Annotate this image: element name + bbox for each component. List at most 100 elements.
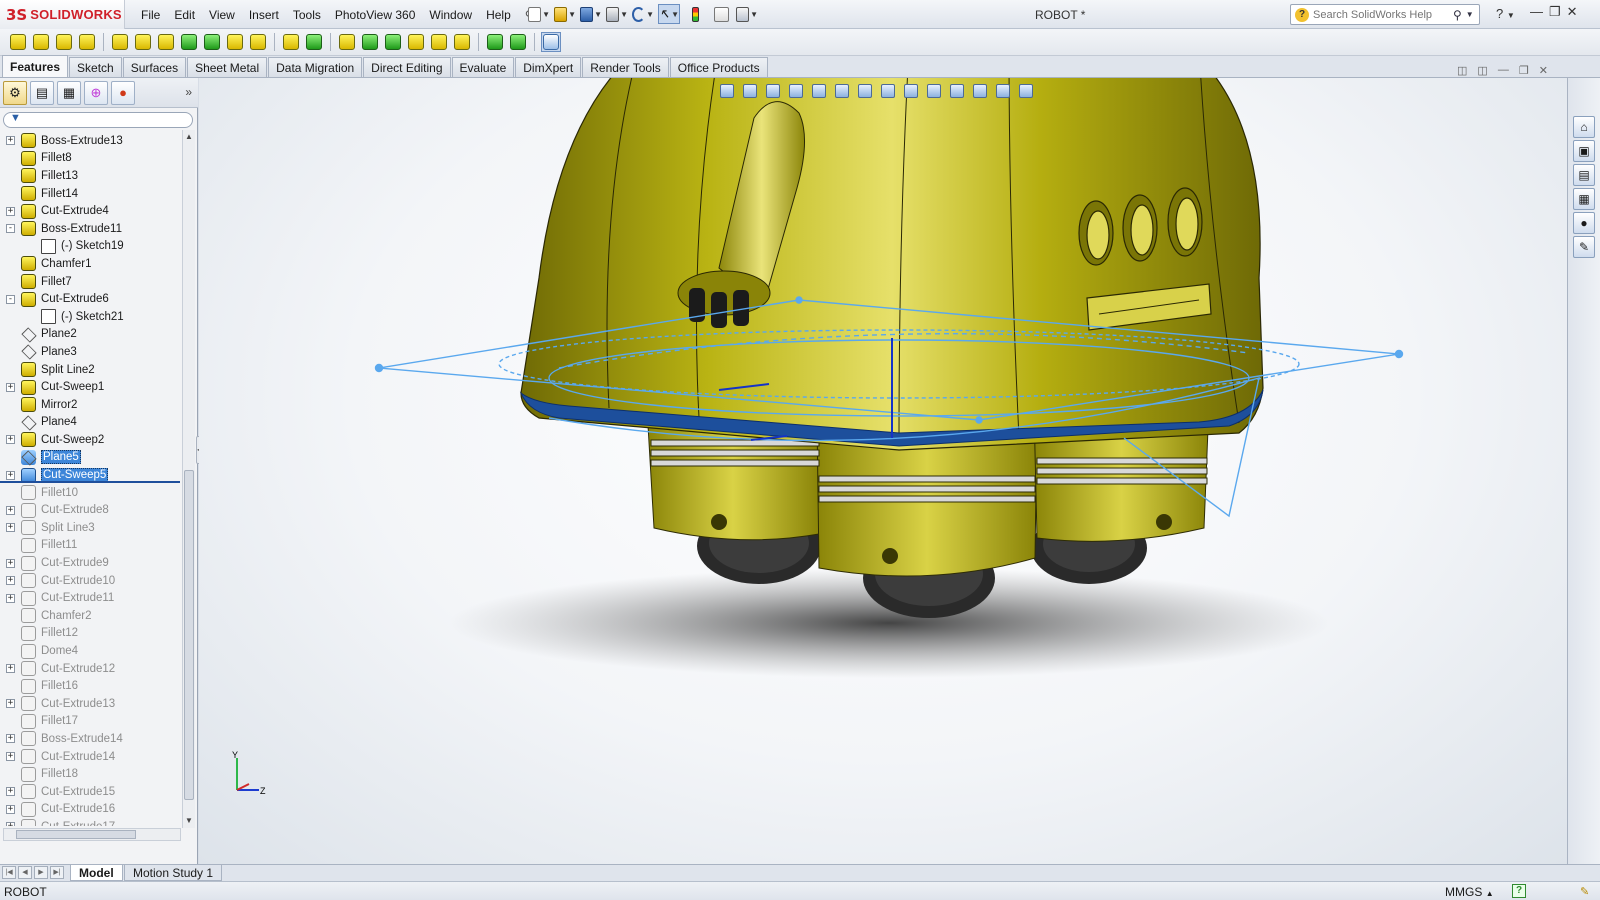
shadows-icon[interactable] [970, 81, 990, 101]
collapse-icon[interactable]: - [6, 294, 15, 304]
menu-photoview[interactable]: PhotoView 360 [328, 8, 423, 22]
menu-window[interactable]: Window [422, 8, 479, 22]
tree-vertical-scrollbar[interactable]: ▲ ▼ [182, 130, 195, 828]
expand-icon[interactable]: + [6, 752, 15, 762]
expand-icon[interactable]: + [6, 206, 15, 216]
menu-edit[interactable]: Edit [167, 8, 202, 22]
undo-icon[interactable]: ▼ [632, 4, 654, 24]
zoom-to-fit-icon[interactable] [717, 81, 737, 101]
tree-item[interactable]: Fillet17 [0, 713, 182, 731]
expand-icon[interactable]: + [6, 136, 15, 146]
expand-icon[interactable]: + [6, 804, 15, 814]
tab-evaluate[interactable]: Evaluate [451, 57, 515, 77]
last-tab-icon[interactable]: ▶| [50, 866, 64, 879]
display-manager-tab-icon[interactable]: ● [111, 80, 135, 105]
first-tab-icon[interactable]: |◀ [2, 866, 16, 879]
tab-sheet-metal[interactable]: Sheet Metal [187, 57, 268, 77]
tab-features[interactable]: Features [2, 55, 69, 77]
rebuild-traffic-light-icon[interactable] [684, 4, 706, 24]
previous-view-icon[interactable] [763, 81, 783, 101]
restore-icon[interactable]: ❐ [1549, 4, 1561, 20]
display-style-icon[interactable] [832, 81, 852, 101]
tree-item[interactable]: + Cut-Extrude17 [0, 818, 182, 826]
close-icon[interactable]: ✕ [1567, 4, 1578, 20]
extruded-boss-icon[interactable] [8, 32, 28, 52]
expand-icon[interactable]: + [6, 699, 15, 709]
extruded-cut-icon[interactable] [133, 32, 153, 52]
tree-item[interactable]: Fillet18 [0, 765, 182, 783]
search-dropdown-icon[interactable]: ▼ [1466, 10, 1474, 19]
expand-icon[interactable]: + [6, 664, 15, 674]
expand-icon[interactable]: + [6, 470, 15, 480]
tab-office-products[interactable]: Office Products [669, 57, 768, 77]
property-manager-tab-icon[interactable]: ▤ [30, 80, 54, 105]
search-icon[interactable]: ⚲ [1453, 8, 1462, 22]
tree-item[interactable]: + Cut-Sweep1 [0, 378, 182, 396]
hide-show-items-icon[interactable] [855, 81, 875, 101]
view-split-icon[interactable]: ◫ [1477, 64, 1487, 77]
realview-icon[interactable] [947, 81, 967, 101]
swept-boss-icon[interactable] [54, 32, 74, 52]
tab-surfaces[interactable]: Surfaces [122, 57, 187, 77]
fillet-icon[interactable] [281, 32, 301, 52]
tab-sketch[interactable]: Sketch [69, 57, 122, 77]
lofted-boss-icon[interactable] [77, 32, 97, 52]
scroll-up-icon[interactable]: ▲ [185, 132, 193, 141]
section-view-icon[interactable] [786, 81, 806, 101]
tree-item[interactable]: + Cut-Extrude8 [0, 501, 182, 519]
tree-filter[interactable]: ▼ [3, 112, 193, 128]
tree-item[interactable]: Chamfer1 [0, 255, 182, 273]
lofted-cut-icon[interactable] [225, 32, 245, 52]
tree-item[interactable]: Fillet14 [0, 185, 182, 203]
tree-item[interactable]: + Boss-Extrude14 [0, 730, 182, 748]
tree-item[interactable]: Plane4 [0, 414, 182, 432]
revolved-cut-icon[interactable] [179, 32, 199, 52]
menu-view[interactable]: View [202, 8, 242, 22]
tree-item[interactable]: (-) Sketch21 [0, 308, 182, 326]
draft-icon[interactable] [360, 32, 380, 52]
open-folder-icon[interactable]: ▼ [554, 4, 576, 24]
menu-file[interactable]: File [134, 8, 167, 22]
zoom-to-area-icon[interactable] [740, 81, 760, 101]
tab-dimxpert[interactable]: DimXpert [515, 57, 582, 77]
units-selector[interactable]: MMGS ▲ [1445, 885, 1494, 899]
swept-cut-icon[interactable] [202, 32, 222, 52]
wrap-icon[interactable] [406, 32, 426, 52]
dome-icon[interactable] [429, 32, 449, 52]
expand-icon[interactable]: + [6, 382, 15, 392]
view-settings-icon[interactable] [924, 81, 944, 101]
reference-geometry-icon[interactable] [485, 32, 505, 52]
print-icon[interactable]: ▼ [606, 4, 628, 24]
tree-item[interactable]: Fillet10 [0, 484, 182, 502]
tree-item[interactable]: + Cut-Extrude12 [0, 660, 182, 678]
tree-horizontal-scrollbar[interactable] [3, 828, 181, 841]
rollback-bar[interactable] [0, 481, 180, 483]
shell-icon[interactable] [383, 32, 403, 52]
file-explorer-icon[interactable]: ▤ [1573, 164, 1595, 186]
solidworks-logo[interactable]: 3S SOLIDWORKS [0, 0, 125, 29]
menu-tools[interactable]: Tools [286, 8, 328, 22]
configuration-manager-tab-icon[interactable]: ▦ [57, 80, 81, 105]
viewport-restore-icon[interactable]: ❐ [1519, 64, 1529, 77]
tree-item[interactable]: + Cut-Extrude13 [0, 695, 182, 713]
tree-item[interactable]: Dome4 [0, 642, 182, 660]
tree-item[interactable]: + Cut-Extrude14 [0, 748, 182, 766]
scroll-down-icon[interactable]: ▼ [185, 816, 193, 825]
solidworks-resources-icon[interactable]: ⌂ [1573, 116, 1595, 138]
tree-item[interactable]: Plane3 [0, 343, 182, 361]
tree-item[interactable]: + Cut-Sweep2 [0, 431, 182, 449]
curves-icon[interactable] [508, 32, 528, 52]
view-tile-icon[interactable]: ◫ [1457, 64, 1467, 77]
tree-item[interactable]: Split Line2 [0, 361, 182, 379]
help-icon[interactable]: ? ▼ [1496, 6, 1515, 21]
tab-model[interactable]: Model [70, 865, 123, 881]
expand-icon[interactable]: + [6, 435, 15, 445]
custom-properties-icon[interactable]: ✎ [1573, 236, 1595, 258]
file-properties-icon[interactable] [710, 4, 732, 24]
next-tab-icon[interactable]: ▶ [34, 866, 48, 879]
tree-item[interactable]: + Cut-Extrude11 [0, 589, 182, 607]
linear-pattern-icon[interactable] [304, 32, 324, 52]
viewport-close-icon[interactable]: ✕ [1539, 64, 1548, 77]
view-orientation-icon[interactable] [809, 81, 829, 101]
minimize-icon[interactable]: — [1530, 4, 1543, 20]
